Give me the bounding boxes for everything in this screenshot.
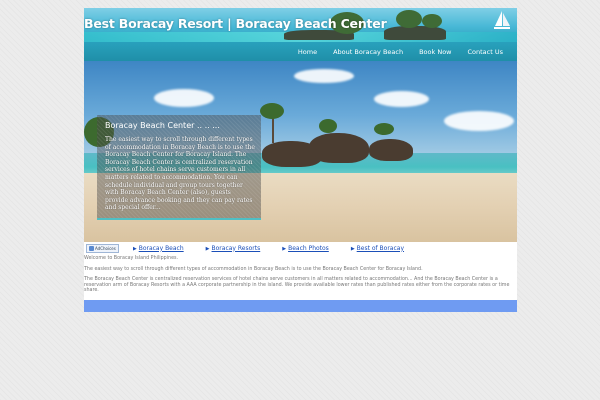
hero-cloud (294, 69, 354, 83)
ad-links: ▶ Boracay Beach ▶ Boracay Resorts ▶ Beach P… (133, 245, 433, 252)
nav-home[interactable]: Home (290, 48, 325, 56)
content-paragraph: The Boracay Beach Center is centralized … (84, 277, 510, 294)
hero-tree-canopy (374, 123, 394, 135)
ad-link-boracay-resorts[interactable]: ▶ Boracay Resorts (206, 245, 261, 252)
play-arrow-icon: ▶ (132, 245, 137, 252)
play-arrow-icon: ▶ (282, 245, 287, 252)
nav-contact-us[interactable]: Contact Us (460, 48, 512, 56)
hero-palm-leaves (260, 103, 284, 119)
ad-link-label: Best of Boracay (356, 244, 405, 252)
ad-link-beach-photos[interactable]: ▶ Beach Photos (282, 245, 329, 252)
header-island-rock (384, 26, 446, 40)
ad-link-label: Boracay Beach (138, 244, 184, 252)
hero-caption-box: Boracay Beach Center .. .. ... The easie… (97, 115, 261, 220)
ad-links-row: AdChoices ▶ Boracay Beach ▶ Boracay Resort… (84, 242, 517, 254)
adchoices-badge[interactable]: AdChoices (86, 243, 119, 253)
nav-about-boracay-beach[interactable]: About Boracay Beach (325, 48, 411, 56)
ad-link-label: Boracay Resorts (211, 244, 261, 252)
site-header: Best Boracay Resort | Boracay Beach Cent… (84, 8, 517, 61)
hero-caption-title: Boracay Beach Center .. .. ... (105, 121, 220, 130)
ad-link-best-of-boracay[interactable]: ▶ Best of Boracay (351, 245, 404, 252)
hero-caption-text: The easiest way to scroll through differ… (105, 136, 255, 212)
site-wrapper: Best Boracay Resort | Boracay Beach Cent… (84, 8, 517, 312)
hero-rock-island (309, 133, 369, 163)
adchoices-icon (89, 245, 94, 251)
header-island-tree (396, 10, 422, 28)
welcome-text: Welcome to Boracay Island Philippines. (84, 256, 179, 261)
hero-slideshow: Boracay Beach Center .. .. ... The easie… (84, 61, 517, 242)
main-nav: Home About Boracay Beach Book Now Contac… (290, 48, 511, 56)
header-island-tree (422, 14, 442, 28)
site-title[interactable]: Best Boracay Resort | Boracay Beach Cent… (84, 16, 387, 31)
hero-rock-island (369, 139, 413, 161)
nav-book-now[interactable]: Book Now (411, 48, 459, 56)
footer-bar (84, 300, 517, 312)
play-arrow-icon: ▶ (205, 245, 210, 252)
hero-cloud (374, 91, 429, 107)
hero-cloud (444, 111, 514, 131)
play-arrow-icon: ▶ (350, 245, 355, 252)
hero-cloud (154, 89, 214, 107)
adchoices-label: AdChoices (95, 245, 116, 251)
main-content: Welcome to Boracay Island Philippines. T… (84, 254, 517, 300)
hero-tree-canopy (319, 119, 337, 133)
content-paragraph: The easiest way to scroll through differ… (84, 266, 423, 272)
sailboat-icon (494, 11, 510, 29)
ad-link-label: Beach Photos (288, 244, 329, 252)
ad-link-boracay-beach[interactable]: ▶ Boracay Beach (133, 245, 184, 252)
